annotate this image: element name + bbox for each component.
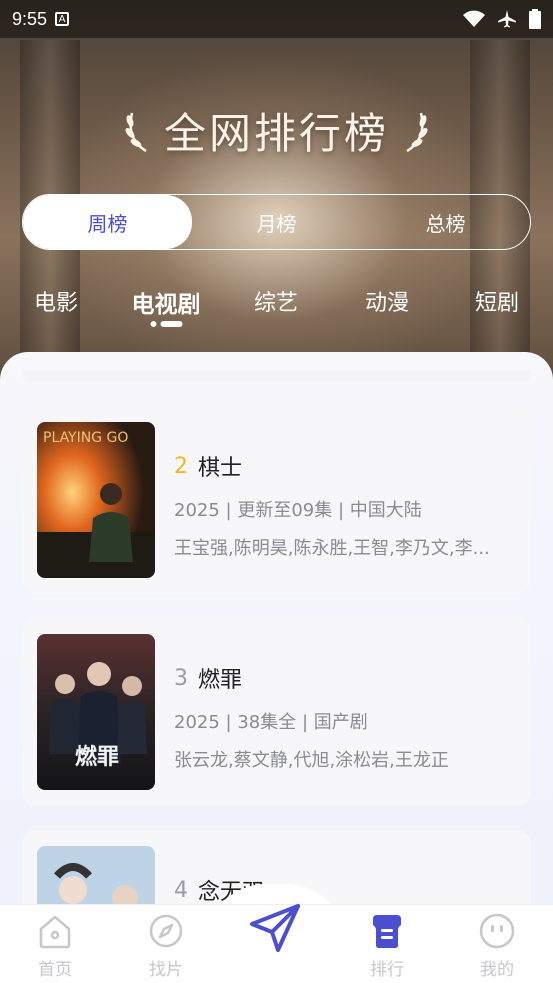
poster-image: 燃罪	[37, 634, 155, 790]
category-short-drama[interactable]: 短剧	[475, 285, 519, 317]
notification-icon: A	[55, 12, 70, 26]
tab-profile-label: 我的	[480, 960, 514, 980]
poster-title-text: PLAYING GO	[43, 430, 128, 446]
show-cast: 王宝强,陈明昊,陈永胜,王智,李乃文,李...	[174, 538, 490, 559]
laurel-left-icon	[125, 112, 147, 152]
ranking-icon	[373, 915, 401, 948]
rank-number: 4	[174, 877, 188, 903]
airplane-icon	[498, 10, 516, 28]
laurel-right-icon	[406, 112, 428, 152]
rank-number: 3	[174, 665, 188, 691]
ranking-card[interactable]: 燃罪 3 燃罪 2025 | 38集全 | 国产剧 张云龙,蔡文静,代旭,涂松岩…	[22, 618, 531, 806]
tab-weekly[interactable]: 周榜	[23, 195, 192, 249]
show-title: 燃罪	[198, 668, 243, 693]
category-variety[interactable]: 综艺	[254, 285, 298, 317]
category-tv[interactable]: 电视剧	[131, 285, 201, 327]
tab-discover-label: 找片	[149, 960, 183, 980]
home-icon	[39, 915, 71, 949]
poster-title-text: 燃罪	[75, 744, 119, 770]
ranking-card[interactable]: PLAYING GO 2 棋士 2025 | 更新至09集 | 中国大陆 王宝强…	[22, 406, 531, 594]
show-meta: 2025 | 38集全 | 国产剧	[174, 712, 368, 733]
status-bar: 9:55 A	[0, 0, 553, 38]
battery-icon	[529, 9, 541, 29]
category-tv-label: 电视剧	[131, 292, 201, 318]
show-title: 棋士	[198, 456, 243, 481]
period-tabs: 周榜 月榜 总榜	[22, 194, 531, 250]
active-indicator	[150, 321, 182, 327]
rank-number: 2	[174, 453, 188, 479]
page-header: 全网排行榜	[0, 100, 553, 161]
tab-overall[interactable]: 总榜	[361, 195, 530, 249]
poster-image: PLAYING GO	[37, 422, 155, 578]
tab-home[interactable]: 首页	[15, 911, 95, 980]
tab-ranking-label: 排行	[370, 960, 404, 980]
previous-card-edge	[22, 370, 531, 382]
tab-ranking[interactable]: 排行	[347, 911, 427, 980]
category-movie[interactable]: 电影	[34, 285, 78, 317]
page-title: 全网排行榜	[163, 109, 389, 158]
tab-home-label: 首页	[38, 960, 72, 980]
category-tabs: 电影 电视剧 综艺 动漫 短剧	[0, 285, 553, 335]
category-anime[interactable]: 动漫	[365, 285, 409, 317]
tab-discover[interactable]: 找片	[126, 911, 206, 980]
send-icon[interactable]	[246, 900, 304, 958]
compass-icon	[149, 914, 183, 948]
show-cast: 张云龙,蔡文静,代旭,涂松岩,王龙正	[174, 750, 449, 771]
tab-monthly[interactable]: 月榜	[192, 195, 361, 249]
tab-profile[interactable]: 我的	[457, 911, 537, 980]
status-time: 9:55	[12, 8, 48, 29]
show-meta: 2025 | 更新至09集 | 中国大陆	[174, 500, 422, 521]
wifi-icon	[463, 10, 485, 27]
profile-icon	[479, 913, 515, 949]
